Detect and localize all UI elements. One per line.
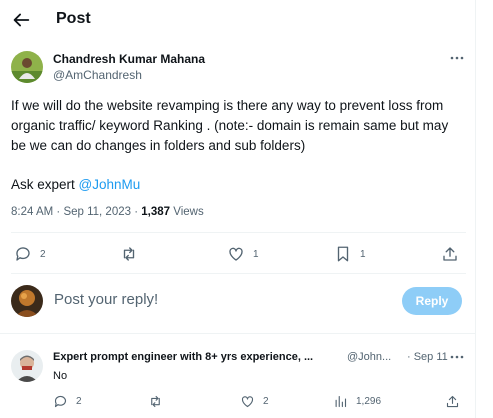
page-title: Post <box>56 10 91 27</box>
reply-input[interactable]: Post your reply! <box>54 291 158 308</box>
post-page: Post Chandresh Kumar Mahana @AmChandresh… <box>0 0 476 418</box>
repost-button[interactable] <box>120 245 146 263</box>
bookmark-icon <box>337 246 349 262</box>
bookmark-button[interactable]: 1 <box>334 245 366 263</box>
post-text: If we will do the website revamping is t… <box>11 98 449 153</box>
share-icon <box>446 395 459 408</box>
comment-like-button[interactable]: 2 <box>240 394 269 409</box>
back-arrow-icon[interactable] <box>10 9 32 31</box>
commenter-name[interactable]: Expert prompt engineer with 8+ yrs exper… <box>53 351 313 363</box>
avatar[interactable] <box>11 51 43 83</box>
comment-like-count: 2 <box>263 396 269 407</box>
divider <box>11 232 466 233</box>
comment-share-button[interactable] <box>445 394 460 409</box>
comment-text: No <box>53 370 68 382</box>
reply-icon <box>16 247 30 261</box>
ask-text: Ask expert <box>11 177 79 192</box>
top-bar: Post <box>0 0 476 40</box>
like-count: 1 <box>253 248 259 260</box>
comment-views-button[interactable]: 1,296 <box>333 394 381 409</box>
post-ask-line: Ask expert @JohnMu <box>11 175 140 195</box>
reply-button[interactable]: 2 <box>14 245 46 263</box>
user-avatar[interactable] <box>11 285 43 317</box>
divider <box>0 333 476 334</box>
reply-submit-button[interactable]: Reply <box>402 287 462 315</box>
post-date[interactable]: Sep 11, 2023 <box>63 206 131 218</box>
reply-icon <box>54 395 67 408</box>
views-icon <box>335 395 347 408</box>
divider <box>11 273 466 274</box>
more-icon[interactable] <box>449 349 465 365</box>
post-meta: 8:24 AM · Sep 11, 2023 · 1,387 Views <box>11 206 204 218</box>
commenter-handle[interactable]: @John... <box>347 351 391 363</box>
comment-reply-button[interactable]: 2 <box>53 394 82 409</box>
like-icon <box>229 247 243 261</box>
share-icon <box>443 247 457 261</box>
reply-count: 2 <box>40 248 46 260</box>
comment-views-count: 1,296 <box>356 396 382 407</box>
more-icon[interactable] <box>449 50 465 66</box>
comment-time[interactable]: · Sep 11 <box>407 351 448 363</box>
views-label: Views <box>173 206 204 218</box>
author-handle[interactable]: @AmChandresh <box>53 68 142 82</box>
like-icon <box>241 396 254 408</box>
like-button[interactable]: 1 <box>227 245 259 263</box>
share-button[interactable] <box>441 245 459 263</box>
author-name[interactable]: Chandresh Kumar Mahana <box>53 52 205 66</box>
repost-icon <box>123 247 135 261</box>
commenter-avatar[interactable] <box>11 350 43 382</box>
repost-icon <box>151 395 160 408</box>
mention-link[interactable]: @JohnMu <box>79 177 141 192</box>
views-count: 1,387 <box>141 206 171 218</box>
comment-reply-count: 2 <box>76 396 82 407</box>
bookmark-count: 1 <box>360 248 366 260</box>
post-time[interactable]: 8:24 AM <box>11 206 53 218</box>
comment-header: Expert prompt engineer with 8+ yrs exper… <box>53 351 468 363</box>
comment-repost-button[interactable] <box>148 394 171 409</box>
